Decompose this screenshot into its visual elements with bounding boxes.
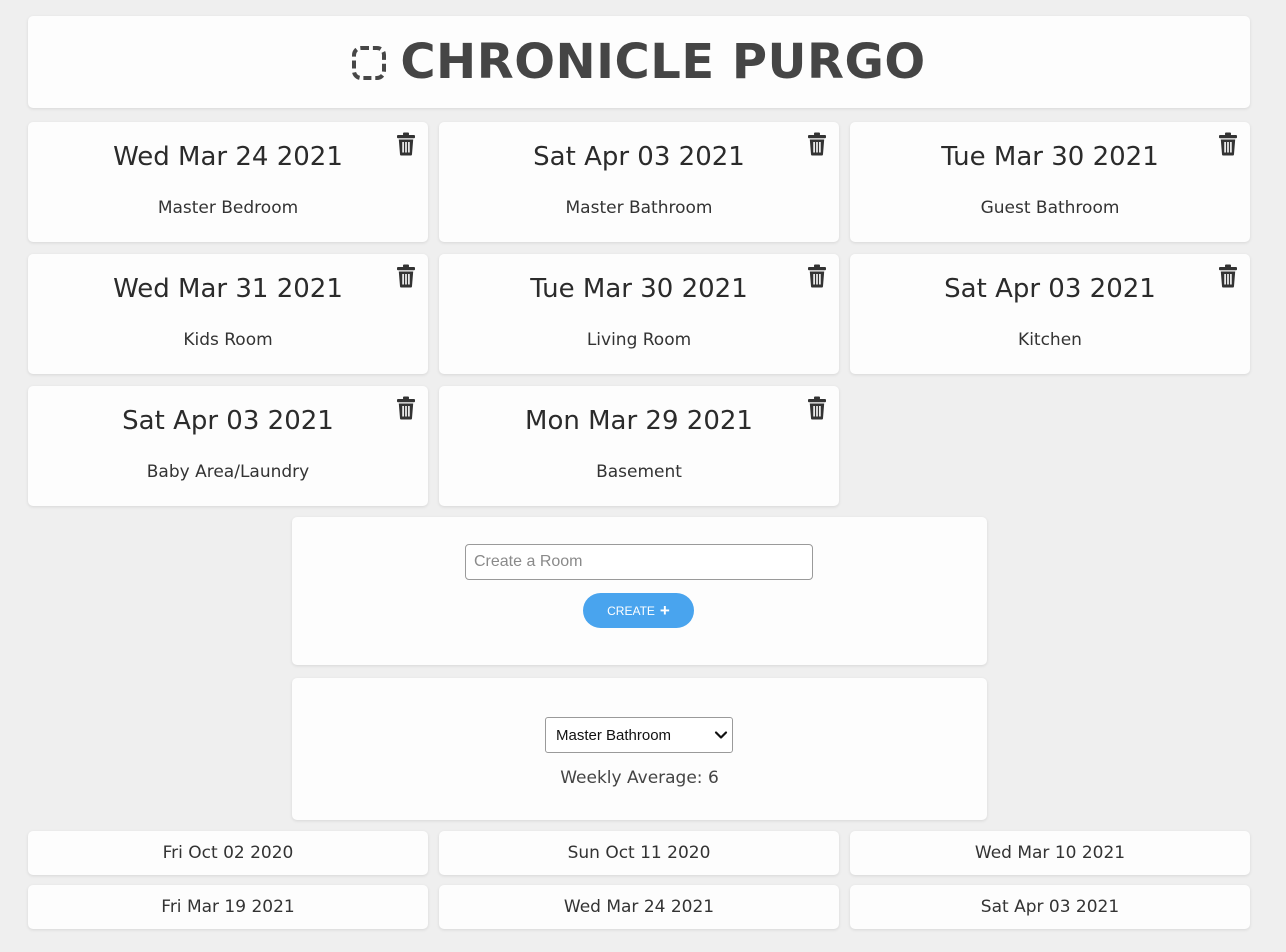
room-card[interactable]: Wed Mar 24 2021 Master Bedroom: [28, 122, 428, 242]
create-room-panel: CREATE +: [292, 517, 987, 665]
trash-icon[interactable]: [396, 396, 416, 420]
trash-icon[interactable]: [396, 264, 416, 288]
trash-icon[interactable]: [1218, 132, 1238, 156]
room-name: Baby Area/Laundry: [146, 462, 310, 482]
room-name: Guest Bathroom: [980, 198, 1120, 218]
room-card[interactable]: Mon Mar 29 2021 Basement: [439, 386, 839, 506]
history-date-card: Sat Apr 03 2021: [850, 885, 1250, 929]
room-date: Wed Mar 31 2021: [113, 274, 343, 304]
room-name: Living Room: [586, 330, 692, 350]
app-title: CHRONICLE PURGO: [400, 34, 926, 90]
room-date: Tue Mar 30 2021: [941, 142, 1159, 172]
history-date-card: Wed Mar 10 2021: [850, 831, 1250, 875]
room-date: Sat Apr 03 2021: [122, 406, 334, 436]
history-date-card: Fri Mar 19 2021: [28, 885, 428, 929]
room-card[interactable]: Sat Apr 03 2021 Kitchen: [850, 254, 1250, 374]
room-date: Wed Mar 24 2021: [113, 142, 343, 172]
room-card[interactable]: Sat Apr 03 2021 Baby Area/Laundry: [28, 386, 428, 506]
history-date-card: Sun Oct 11 2020: [439, 831, 839, 875]
room-name-input[interactable]: [465, 544, 813, 580]
weekly-average: Weekly Average: 6: [560, 768, 719, 788]
room-name: Kitchen: [1018, 330, 1082, 350]
room-card[interactable]: Tue Mar 30 2021 Guest Bathroom: [850, 122, 1250, 242]
plus-icon: +: [659, 601, 670, 620]
room-stats-panel: Master Bathroom Weekly Average: 6: [292, 678, 987, 820]
room-name: Master Bathroom: [565, 198, 713, 218]
room-date: Sat Apr 03 2021: [533, 142, 745, 172]
trash-icon[interactable]: [396, 132, 416, 156]
room-card[interactable]: Tue Mar 30 2021 Living Room: [439, 254, 839, 374]
room-card[interactable]: Sat Apr 03 2021 Master Bathroom: [439, 122, 839, 242]
room-name: Master Bedroom: [157, 198, 299, 218]
room-card[interactable]: Wed Mar 31 2021 Kids Room: [28, 254, 428, 374]
room-select[interactable]: Master Bathroom: [545, 717, 733, 753]
create-button-label: CREATE: [607, 603, 655, 618]
room-name: Kids Room: [183, 330, 273, 350]
dashed-square-icon: [352, 46, 387, 80]
create-button[interactable]: CREATE +: [583, 593, 694, 628]
chevron-down-icon: [714, 731, 728, 739]
room-date: Mon Mar 29 2021: [525, 406, 753, 436]
trash-icon[interactable]: [807, 264, 827, 288]
room-name: Basement: [596, 462, 682, 482]
trash-icon[interactable]: [807, 396, 827, 420]
history-date-card: Fri Oct 02 2020: [28, 831, 428, 875]
room-date: Tue Mar 30 2021: [530, 274, 748, 304]
history-date-card: Wed Mar 24 2021: [439, 885, 839, 929]
trash-icon[interactable]: [807, 132, 827, 156]
app-header: CHRONICLE PURGO: [28, 16, 1250, 108]
trash-icon[interactable]: [1218, 264, 1238, 288]
room-date: Sat Apr 03 2021: [944, 274, 1156, 304]
room-select-value: Master Bathroom: [556, 726, 672, 744]
